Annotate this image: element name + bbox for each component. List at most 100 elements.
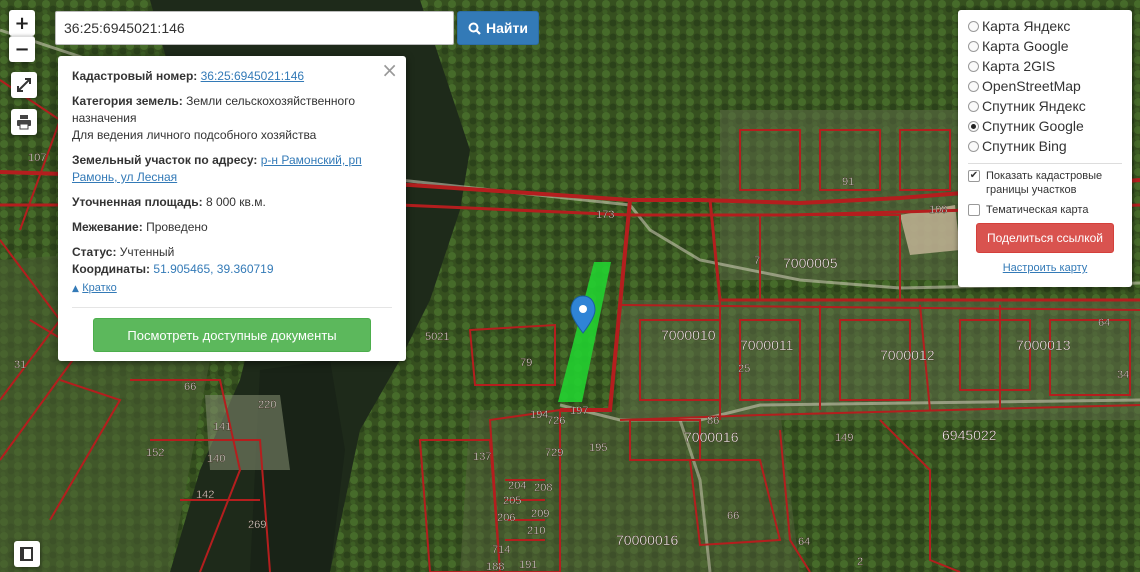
parcel-number-label: 108 xyxy=(929,204,947,216)
layer-option[interactable]: Спутник Bing xyxy=(968,136,1122,156)
layer-option[interactable]: Карта 2GIS xyxy=(968,56,1122,76)
bookmark-button[interactable] xyxy=(14,541,40,567)
parcel-number-label: 714 xyxy=(492,544,510,556)
parcel-number-label: 7000010 xyxy=(661,327,716,343)
status-label: Статус: xyxy=(72,245,117,259)
show-borders-label: Показать кадастровые границы участков xyxy=(986,170,1103,196)
close-icon[interactable]: × xyxy=(381,60,398,80)
layer-option[interactable]: Карта Яндекс xyxy=(968,16,1122,36)
layer-option-label: Спутник Яндекс xyxy=(982,98,1086,114)
view-documents-button[interactable]: Посмотреть доступные документы xyxy=(93,318,371,352)
category-label: Категория земель: xyxy=(72,94,183,108)
search-button[interactable]: Найти xyxy=(457,11,539,45)
coordinates-value[interactable]: 51.905465, 39.360719 xyxy=(153,262,273,276)
survey-row: Межевание: Проведено xyxy=(72,219,392,236)
layer-option-label: Карта Яндекс xyxy=(982,18,1071,34)
zoom-out-button[interactable]: − xyxy=(9,36,35,62)
share-link-label: Поделиться ссылкой xyxy=(987,231,1103,245)
layer-option[interactable]: Спутник Яндекс xyxy=(968,96,1122,116)
radio-icon[interactable] xyxy=(968,140,979,152)
caret-up-icon: ▲ xyxy=(72,284,79,294)
parcel-number-label: 269 xyxy=(248,519,266,531)
survey-value: Проведено xyxy=(146,220,208,234)
address-label: Земельный участок по адресу: xyxy=(72,153,258,167)
search-input[interactable] xyxy=(55,11,454,45)
parcel-info-popup: × Кадастровый номер: 36:25:6945021:146 К… xyxy=(58,56,406,361)
parcel-number-label: 191 xyxy=(519,559,537,571)
checkbox-empty-icon[interactable] xyxy=(968,204,980,216)
checkbox-checked-icon[interactable]: ✔ xyxy=(968,170,980,182)
parcel-number-label: 195 xyxy=(589,442,607,454)
radio-selected-icon[interactable] xyxy=(968,120,979,132)
share-link-button[interactable]: Поделиться ссылкой xyxy=(976,223,1114,253)
layer-option[interactable]: Спутник Google xyxy=(968,116,1122,136)
layer-option[interactable]: Карта Google xyxy=(968,36,1122,56)
parcel-number-label: 208 xyxy=(534,482,552,494)
fullscreen-button[interactable] xyxy=(11,72,37,98)
cadastral-row: Кадастровый номер: 36:25:6945021:146 xyxy=(72,68,392,85)
parcel-number-label: 7000016 xyxy=(684,429,739,445)
thematic-map-label: Тематическая карта xyxy=(986,204,1089,216)
category-row: Категория земель: Земли сельскохозяйстве… xyxy=(72,93,392,144)
thematic-map-toggle[interactable]: Тематическая карта xyxy=(968,203,1122,217)
layer-option-label: Спутник Bing xyxy=(982,138,1067,154)
category-use: Для ведения личного подсобного хозяйства xyxy=(72,128,317,142)
parcel-number-label: 140 xyxy=(207,453,225,465)
popup-divider xyxy=(72,307,392,308)
parcel-number-label: 152 xyxy=(146,447,164,459)
parcel-number-label: 729 xyxy=(545,447,563,459)
parcel-number-label: 66 xyxy=(184,381,196,393)
parcel-number-label: 173 xyxy=(596,209,614,221)
show-borders-toggle[interactable]: ✔ Показать кадастровые границы участков xyxy=(968,169,1122,197)
parcel-number-label: 31 xyxy=(14,359,26,371)
parcel-number-label: 91 xyxy=(842,176,854,188)
parcel-number-label: 7000012 xyxy=(880,347,935,363)
collapse-link[interactable]: Кратко xyxy=(82,280,117,297)
parcel-number-label: 79 xyxy=(520,357,532,369)
parcel-number-label: 206 xyxy=(497,512,515,524)
layer-option-label: Карта Google xyxy=(982,38,1069,54)
coordinates-row: Координаты: 51.905465, 39.360719 xyxy=(72,261,392,278)
parcel-number-label: 205 xyxy=(503,495,521,507)
parcel-number-label: 137 xyxy=(473,451,491,463)
cadastral-label: Кадастровый номер: xyxy=(72,69,198,83)
radio-icon[interactable] xyxy=(968,20,979,32)
collapse-toggle[interactable]: ▲ Кратко xyxy=(72,278,392,298)
zoom-in-button[interactable]: + xyxy=(9,10,35,36)
parcel-number-label: 5021 xyxy=(425,331,449,343)
area-value: 8 000 кв.м. xyxy=(205,195,266,209)
parcel-number-label: 7000011 xyxy=(740,337,794,353)
parcel-number-label: 64 xyxy=(1098,317,1110,329)
parcel-number-label: 86 xyxy=(707,415,719,427)
parcel-number-label: 726 xyxy=(547,415,565,427)
book-icon xyxy=(20,547,33,561)
radio-icon[interactable] xyxy=(968,80,979,92)
status-row: Статус: Учтенный xyxy=(72,244,392,261)
configure-map-link[interactable]: Настроить карту xyxy=(968,262,1122,274)
parcel-number-label: 194 xyxy=(530,409,548,421)
layer-option-label: Карта 2GIS xyxy=(982,58,1056,74)
parcel-number-label: 220 xyxy=(258,399,276,411)
layer-options: Карта Яндекс Карта Google Карта 2GIS OpenSt… xyxy=(968,16,1122,156)
cadastral-number-link[interactable]: 36:25:6945021:146 xyxy=(201,69,304,83)
radio-icon[interactable] xyxy=(968,100,979,112)
parcel-number-label: 66 xyxy=(727,510,739,522)
layer-option[interactable]: OpenStreetMap xyxy=(968,76,1122,96)
parcel-number-label: 188 xyxy=(486,561,504,572)
search-button-label: Найти xyxy=(486,20,528,36)
parcel-number-label: 70000016 xyxy=(616,532,679,548)
parcel-number-label: 7000005 xyxy=(783,255,838,271)
status-value: Учтенный xyxy=(119,245,175,259)
parcel-number-label: 107 xyxy=(28,152,46,164)
parcel-number-label: 7 xyxy=(754,255,760,267)
radio-icon[interactable] xyxy=(968,60,979,72)
search-icon xyxy=(468,22,481,35)
parcel-number-label: 64 xyxy=(798,536,810,548)
zoom-out-label: − xyxy=(14,39,30,60)
print-button[interactable] xyxy=(11,109,37,135)
view-documents-label: Посмотреть доступные документы xyxy=(127,327,337,343)
parcel-number-label: 210 xyxy=(527,525,545,537)
radio-icon[interactable] xyxy=(968,40,979,52)
parcel-number-label: 6945022 xyxy=(942,427,997,443)
parcel-number-label: 141 xyxy=(213,421,231,433)
